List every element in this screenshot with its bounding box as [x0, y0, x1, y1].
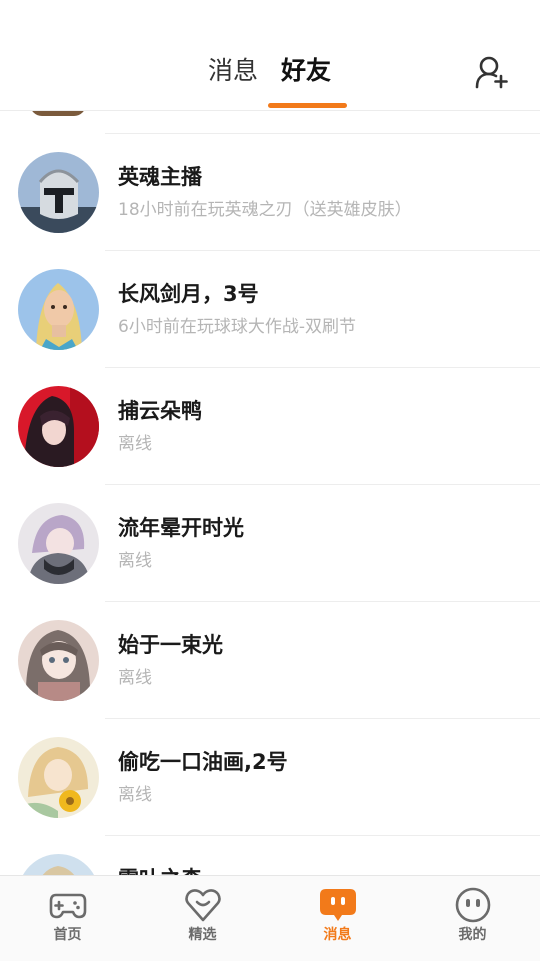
friend-row[interactable]: 雪叶之森 [0, 836, 540, 875]
top-header: 消息 好友 [0, 0, 540, 111]
avatar [18, 737, 99, 818]
avatar [18, 386, 99, 467]
friend-name: 捕云朵鸭 [118, 399, 202, 423]
nav-label: 我的 [458, 927, 487, 943]
friend-name: 流年晕开时光 [118, 516, 244, 540]
avatar [18, 152, 99, 233]
nav-profile[interactable]: 我的 [405, 876, 540, 961]
tab-messages[interactable]: 消息 [208, 54, 258, 88]
friend-status: 18小时前在玩英魂之刃（送英雄皮肤） [118, 200, 412, 220]
nav-featured[interactable]: 精选 [135, 876, 270, 961]
friend-name: 雪叶之森 [118, 864, 202, 875]
friend-row[interactable]: 流年晕开时光 离线 [0, 485, 540, 602]
friends-list[interactable]: 英魂主播 18小时前在玩英魂之刃（送英雄皮肤） 长风剑月，3号 6小时前在玩球球… [0, 110, 540, 875]
friend-name: 偷吃一口油画,2号 [118, 750, 288, 774]
friend-status: 离线 [118, 551, 152, 571]
gamepad-icon [49, 893, 86, 919]
friend-row[interactable]: 始于一束光 离线 [0, 602, 540, 719]
friend-row[interactable]: 捕云朵鸭 离线 [0, 368, 540, 485]
add-user-icon[interactable] [474, 54, 510, 90]
friend-status: 离线 [118, 785, 152, 805]
friend-row[interactable]: 长风剑月，3号 6小时前在玩球球大作战-双刷节 [0, 251, 540, 368]
friend-name: 长风剑月，3号 [118, 282, 259, 306]
tab-friends[interactable]: 好友 [281, 54, 331, 88]
active-tab-indicator [268, 103, 347, 108]
face-icon [455, 887, 490, 923]
friend-status: 离线 [118, 668, 152, 688]
avatar [18, 503, 99, 584]
avatar [18, 269, 99, 350]
nav-messages[interactable]: 消息 [270, 876, 405, 961]
heart-icon [184, 889, 221, 922]
nav-label: 首页 [53, 927, 82, 943]
nav-home[interactable]: 首页 [0, 876, 135, 961]
nav-label: 精选 [188, 927, 217, 943]
friend-row[interactable]: 偷吃一口油画,2号 离线 [0, 719, 540, 836]
friend-status: 离线 [118, 434, 152, 454]
friend-row[interactable]: 英魂主播 18小时前在玩英魂之刃（送英雄皮肤） [0, 134, 540, 251]
chat-bubble-icon [319, 889, 356, 921]
friend-name: 始于一束光 [118, 633, 223, 657]
nav-label: 消息 [323, 927, 352, 943]
bottom-nav: 首页 精选 消息 我的 [0, 875, 540, 961]
friend-name: 英魂主播 [118, 165, 202, 189]
avatar [18, 620, 99, 701]
avatar [18, 854, 99, 875]
friend-status: 6小时前在玩球球大作战-双刷节 [118, 317, 356, 337]
